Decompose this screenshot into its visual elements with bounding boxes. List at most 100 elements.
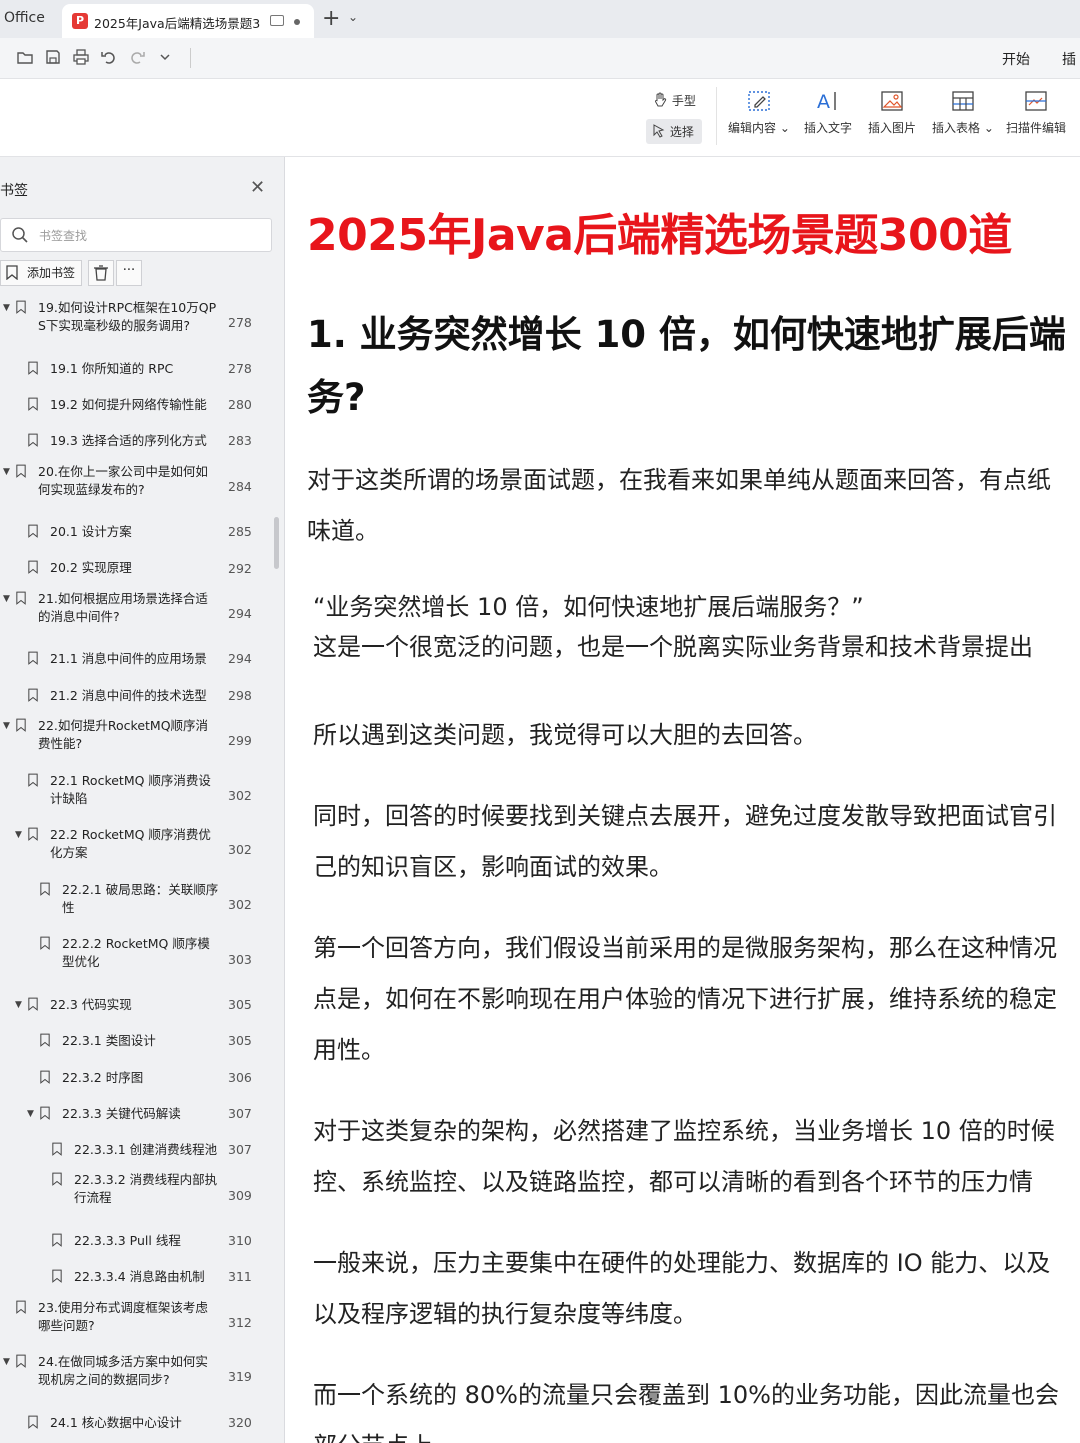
bookmark-item[interactable]: 21.2 消息中间件的技术选型298	[0, 679, 274, 715]
hand-tool-button[interactable]: 手型	[652, 92, 696, 109]
bookmark-icon	[16, 1354, 26, 1368]
bookmark-item[interactable]: 22.3.3.1 创建消费线程池307	[0, 1133, 274, 1169]
bookmark-label: 22.3.3.2 消费线程内部执	[74, 1171, 217, 1189]
bookmark-page-number: 280	[228, 397, 252, 412]
new-tab-plus-icon[interactable]: +	[322, 6, 340, 31]
bookmark-item[interactable]: ▼22.如何提升RocketMQ顺序消费性能?299	[0, 715, 274, 770]
bookmark-label: 19.如何设计RPC框架在10万QP	[38, 299, 216, 317]
bookmark-item[interactable]: 22.3.3.4 消息路由机制311	[0, 1260, 274, 1296]
print-icon[interactable]	[72, 48, 90, 66]
tab-list-chevron-down-icon[interactable]: ⌄	[348, 10, 358, 24]
bookmark-search-box[interactable]	[0, 218, 272, 252]
bookmark-item[interactable]: 23.使用分布式调度框架该考虑哪些问题?312	[0, 1297, 274, 1352]
select-tool-button[interactable]: 选择	[646, 119, 702, 144]
bookmark-item[interactable]: 24.1 核心数据中心设计320	[0, 1406, 274, 1442]
bookmark-add-icon	[5, 265, 19, 280]
bookmark-search-input[interactable]	[37, 224, 261, 248]
bookmark-scrollbar[interactable]	[274, 517, 279, 569]
expand-caret-icon[interactable]: ▼	[15, 1000, 22, 1010]
insert-table-label: 插入表格	[932, 121, 980, 135]
bookmark-item[interactable]: ▼22.3 代码实现305	[0, 988, 274, 1024]
bookmark-label: 23.使用分布式调度框架该考虑	[38, 1299, 208, 1317]
body-paragraph: 第一个回答方向，我们假设当前采用的是微服务架构，那么在这种情况点是，如何在不影响…	[313, 923, 1080, 1076]
bookmark-item[interactable]: 19.2 如何提升网络传输性能280	[0, 388, 274, 424]
bookmark-item[interactable]: ▼19.如何设计RPC框架在10万QPS下实现毫秒级的服务调用?278	[0, 297, 274, 352]
bookmark-page-number: 298	[228, 688, 252, 703]
bookmark-item[interactable]: 22.2.1 破局思路：关联顺序性302	[0, 879, 274, 934]
office-home-label[interactable]: Office	[4, 10, 45, 26]
bookmark-page-number: 285	[228, 524, 252, 539]
unsaved-dot-icon[interactable]	[294, 19, 300, 25]
bookmark-page-number: 305	[228, 997, 252, 1012]
bookmark-item[interactable]: 22.2.2 RocketMQ 顺序模型优化303	[0, 933, 274, 988]
insert-image-label: 插入图片	[868, 121, 916, 135]
expand-caret-icon[interactable]: ▼	[3, 303, 10, 313]
delete-bookmark-button[interactable]	[88, 260, 114, 286]
bookmark-item[interactable]: 20.2 实现原理292	[0, 551, 274, 587]
paragraph-line: 这是一个很宽泛的问题，也是一个脱离实际业务背景和技术背景提出	[313, 627, 1080, 667]
edit-content-button[interactable]: 编辑内容 ⌄	[728, 89, 790, 136]
edit-content-icon	[746, 89, 772, 113]
bookmark-item[interactable]: 22.3.1 类图设计305	[0, 1024, 274, 1060]
bookmark-item[interactable]: 20.1 设计方案285	[0, 515, 274, 551]
bookmark-page-number: 302	[228, 842, 252, 857]
bookmark-item[interactable]: 22.3.2 时序图306	[0, 1061, 274, 1097]
section-heading-line-1: 1. 业务突然增长 10 倍，如何快速地扩展后端	[307, 303, 1080, 366]
insert-table-button[interactable]: 插入表格 ⌄	[932, 89, 994, 136]
expand-caret-icon[interactable]: ▼	[15, 830, 22, 840]
insert-text-icon: A	[815, 89, 841, 113]
menu-start[interactable]: 开始	[1002, 49, 1030, 69]
bookmark-label: 24.在做同城多活方案中如何实	[38, 1353, 208, 1371]
redo-icon[interactable]	[128, 48, 146, 66]
expand-caret-icon[interactable]: ▼	[3, 1357, 10, 1367]
document-tab[interactable]: P 2025年Java后端精选场景题3	[62, 4, 314, 38]
bookmark-page-number: 278	[228, 315, 252, 330]
bookmark-item[interactable]: 22.1 RocketMQ 顺序消费设计缺陷302	[0, 770, 274, 825]
bookmark-page-number: 294	[228, 651, 252, 666]
insert-text-label: 插入文字	[804, 121, 852, 135]
bookmark-item[interactable]: ▼24.在做同城多活方案中如何实现机房之间的数据同步?319	[0, 1351, 274, 1406]
insert-table-icon	[950, 89, 976, 113]
bookmark-icon	[28, 361, 38, 375]
bookmark-icon	[16, 1300, 26, 1314]
monitor-icon[interactable]	[270, 15, 284, 26]
bookmark-item[interactable]: ▼22.2 RocketMQ 顺序消费优化方案302	[0, 824, 274, 879]
bookmark-item[interactable]: 19.3 选择合适的序列化方式283	[0, 424, 274, 460]
bookmark-label: 化方案	[50, 844, 88, 862]
bookmark-page-number: 303	[228, 952, 252, 967]
menu-insert[interactable]: 插	[1062, 49, 1076, 69]
bookmark-item[interactable]: 21.1 消息中间件的应用场景294	[0, 642, 274, 678]
body-paragraph: 所以遇到这类问题，我觉得可以大胆的去回答。	[313, 710, 1080, 761]
bookmark-item[interactable]: ▼20.在你上一家公司中是如何如何实现蓝绿发布的?284	[0, 461, 274, 516]
bookmark-icon	[16, 300, 26, 314]
bookmark-item[interactable]: ▼22.3.3 关键代码解读307	[0, 1097, 274, 1133]
more-options-icon[interactable]: ···	[116, 260, 142, 286]
save-icon[interactable]	[44, 48, 62, 66]
trash-icon	[89, 261, 113, 285]
open-folder-icon[interactable]	[16, 48, 34, 66]
expand-caret-icon[interactable]: ▼	[3, 594, 10, 604]
close-icon[interactable]: ✕	[250, 177, 265, 198]
document-title: 2025年Java后端精选场景题300道	[307, 199, 1012, 263]
bookmark-item[interactable]: ▼21.如何根据应用场景选择合适的消息中间件?294	[0, 588, 274, 643]
expand-caret-icon[interactable]: ▼	[27, 1109, 34, 1119]
expand-caret-icon[interactable]: ▼	[3, 467, 10, 477]
more-chevron-down-icon[interactable]	[156, 48, 174, 66]
insert-text-button[interactable]: A 插入文字	[804, 89, 852, 136]
paragraph-line: 己的知识盲区，影响面试的效果。	[313, 842, 1080, 893]
bookmark-item[interactable]: 19.1 你所知道的 RPC278	[0, 352, 274, 388]
undo-icon[interactable]	[100, 48, 118, 66]
bookmark-page-number: 306	[228, 1070, 252, 1085]
bookmark-icon	[40, 936, 50, 950]
bookmark-label: 22.3.3.4 消息路由机制	[74, 1268, 205, 1286]
scan-edit-button[interactable]: 扫描件编辑	[1006, 89, 1066, 136]
insert-image-button[interactable]: 插入图片	[868, 89, 916, 136]
bookmark-icon	[52, 1233, 62, 1247]
bookmark-icon	[28, 1415, 38, 1429]
expand-caret-icon[interactable]: ▼	[3, 721, 10, 731]
bookmark-item[interactable]: 22.3.3.3 Pull 线程310	[0, 1224, 274, 1260]
bookmark-item[interactable]: 22.3.3.2 消费线程内部执行流程309	[0, 1169, 274, 1224]
paragraph-line: 对于这类所谓的场景面试题，在我看来如果单纯从题面来回答，有点纸	[307, 455, 1080, 506]
bookmark-label: 22.2.2 RocketMQ 顺序模	[62, 935, 210, 953]
add-bookmark-button[interactable]: 添加书签	[0, 260, 82, 286]
